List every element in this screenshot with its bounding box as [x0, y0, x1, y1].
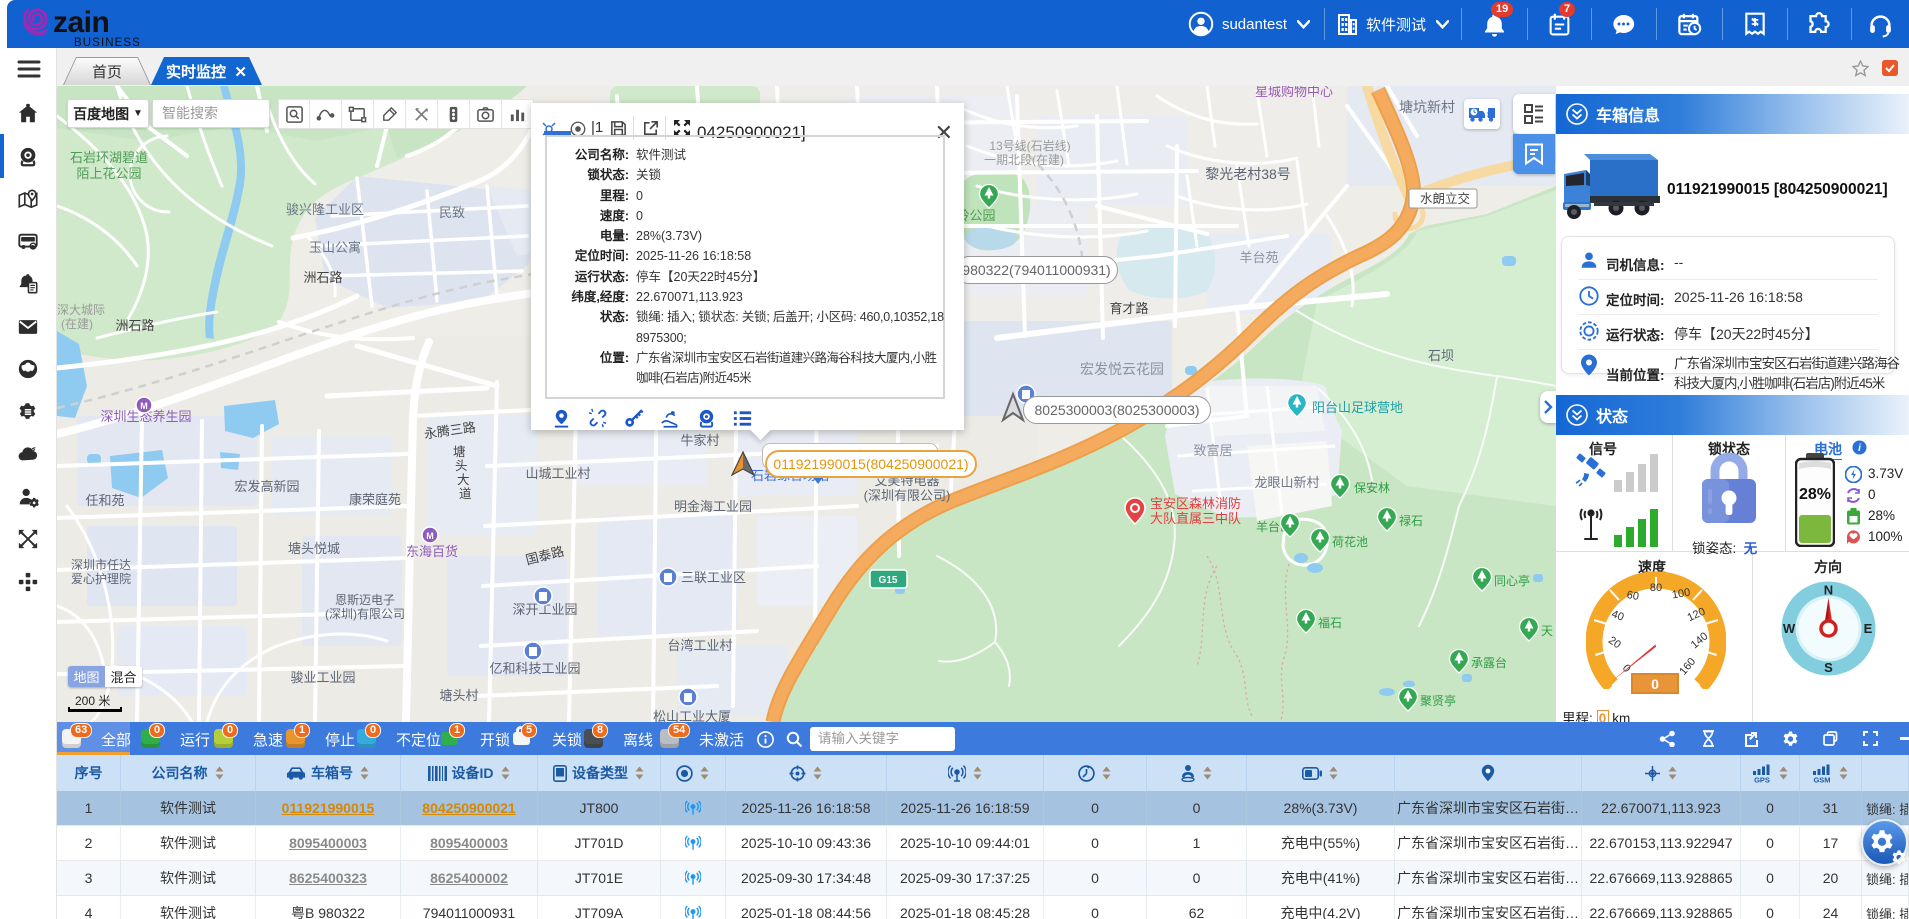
svg-text:一期北段(在建): 一期北段(在建): [984, 152, 1064, 167]
svg-text:康荣庭苑: 康荣庭苑: [349, 492, 401, 507]
svg-text:水朗立交: 水朗立交: [1420, 191, 1470, 206]
svg-text:塘头村: 塘头村: [439, 688, 478, 703]
svg-text:三联工业区: 三联工业区: [681, 570, 746, 585]
svg-text:160: 160: [1677, 656, 1698, 678]
svg-text:N: N: [1824, 583, 1833, 598]
svg-text:阳台山足球营地: 阳台山足球营地: [1312, 400, 1403, 415]
svg-text:聚贤亭: 聚贤亭: [1420, 693, 1456, 708]
svg-text:宏发高新园: 宏发高新园: [234, 479, 299, 494]
svg-text:(在建): (在建): [61, 317, 93, 331]
svg-text:天: 天: [1541, 624, 1553, 638]
svg-text:GPS: GPS: [1754, 775, 1770, 783]
svg-text:GSM: GSM: [1813, 775, 1830, 783]
svg-text:黎光老村38号: 黎光老村38号: [1205, 166, 1291, 182]
svg-text:塘头悦城: 塘头悦城: [288, 541, 340, 556]
svg-text:洲石路: 洲石路: [303, 270, 342, 285]
svg-text:羊台苑: 羊台苑: [1239, 250, 1278, 265]
svg-text:民致: 民致: [439, 205, 465, 220]
svg-text:骏兴隆工业区: 骏兴隆工业区: [286, 202, 364, 217]
svg-text:福石: 福石: [1318, 615, 1342, 630]
svg-text:恩斯迈电子: 恩斯迈电子: [335, 593, 395, 607]
svg-text:荷花池: 荷花池: [1332, 534, 1368, 549]
svg-text:60: 60: [1626, 589, 1640, 603]
svg-text:塘: 塘: [453, 444, 466, 459]
svg-text:宝安区森林消防: 宝安区森林消防: [1150, 496, 1241, 511]
svg-text:G15: G15: [879, 575, 898, 586]
svg-text:爱心护理院: 爱心护理院: [71, 572, 131, 586]
svg-text:深大城际: 深大城际: [57, 303, 105, 317]
svg-text:大队直属三中队: 大队直属三中队: [1150, 511, 1241, 526]
svg-text:松山工业大厦: 松山工业大厦: [653, 709, 731, 722]
svg-text:13号线(石岩线): 13号线(石岩线): [989, 138, 1070, 153]
svg-text:(深圳)有限公司: (深圳)有限公司: [325, 607, 405, 621]
svg-text:承露台: 承露台: [1471, 655, 1507, 670]
svg-text:BUSINESS: BUSINESS: [74, 37, 141, 48]
svg-text:育才路: 育才路: [1109, 301, 1148, 316]
svg-text:明金海工业园: 明金海工业园: [674, 499, 752, 514]
svg-text:禄石: 禄石: [1399, 513, 1423, 528]
svg-text:陌上花公园: 陌上花公园: [76, 166, 141, 181]
svg-text:牛家村: 牛家村: [680, 433, 719, 448]
svg-text:头: 头: [455, 459, 468, 473]
svg-text:大: 大: [457, 473, 470, 487]
svg-text:任和苑: 任和苑: [85, 493, 124, 508]
svg-text:骏业工业园: 骏业工业园: [290, 670, 355, 685]
svg-text:道: 道: [459, 487, 472, 501]
svg-text:100: 100: [1671, 586, 1691, 601]
svg-text:28%: 28%: [1799, 486, 1831, 503]
svg-text:M: M: [426, 531, 434, 541]
svg-text:i: i: [1858, 443, 1861, 454]
svg-text:E: E: [1864, 621, 1873, 636]
svg-text:20: 20: [1606, 634, 1623, 651]
svg-text:W: W: [1783, 621, 1796, 636]
svg-text:保安林: 保安林: [1354, 480, 1390, 495]
svg-text:40: 40: [1610, 608, 1626, 623]
svg-text:东海百货: 东海百货: [406, 544, 458, 559]
svg-text:洲石路: 洲石路: [115, 318, 154, 333]
svg-text:zain: zain: [53, 6, 109, 39]
svg-text:石坝: 石坝: [1428, 348, 1454, 363]
svg-text:同心亭: 同心亭: [1494, 573, 1530, 588]
svg-text:玉山公寓: 玉山公寓: [309, 240, 361, 255]
svg-text:石岩环湖碧道: 石岩环湖碧道: [70, 150, 148, 165]
svg-text:星城购物中心: 星城购物中心: [1255, 86, 1333, 99]
svg-text:(深圳有限公司): (深圳有限公司): [864, 488, 951, 503]
svg-text:S: S: [1824, 660, 1833, 675]
svg-text:M: M: [140, 401, 148, 411]
svg-text:龙眼山新村: 龙眼山新村: [1254, 475, 1319, 490]
svg-text:山城工业村: 山城工业村: [525, 466, 590, 481]
svg-text:80: 80: [1650, 582, 1662, 594]
svg-text:宏发悦云花园: 宏发悦云花园: [1080, 361, 1164, 377]
svg-text:亿和科技工业园: 亿和科技工业园: [489, 661, 580, 676]
svg-text:塘坑新村: 塘坑新村: [1399, 99, 1455, 115]
svg-text:140: 140: [1689, 630, 1711, 651]
svg-text:致富居: 致富居: [1193, 443, 1232, 458]
svg-text:深圳市任达: 深圳市任达: [71, 557, 131, 572]
svg-text:台湾工业村: 台湾工业村: [667, 638, 732, 653]
